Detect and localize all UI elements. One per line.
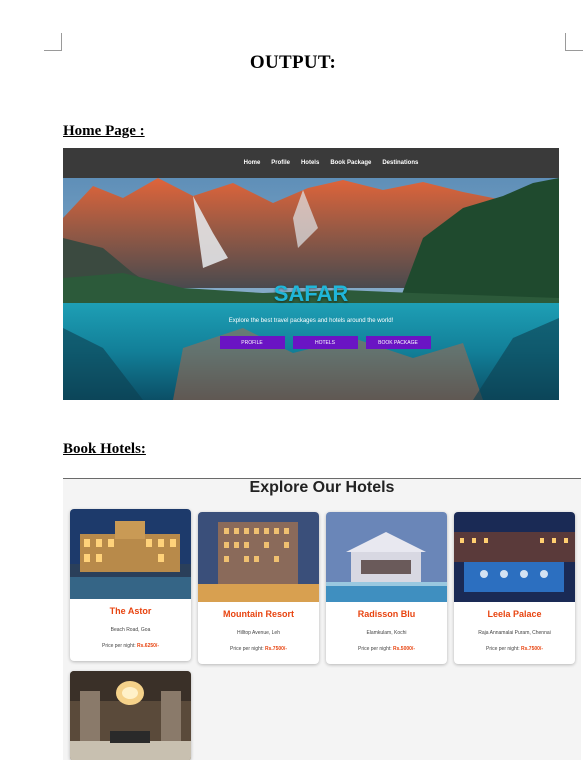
hotel-leela-palace-image [454,512,575,602]
hero-banner: SAFAR Explore the best travel packages a… [63,178,559,400]
hotel-lobby-image [70,671,191,760]
hotel-radisson-blu-image [326,512,447,602]
page-corner-mark-left [44,33,62,51]
navbar: Home Profile Hotels Book Package Destina… [63,148,559,178]
nav-hotels-link[interactable]: Hotels [301,160,319,166]
hotels-page-screenshot: Explore Our Hotels The Astor Beach Road,… [63,478,581,760]
hotel-name: Radisson Blu [357,609,416,619]
document-title: OUTPUT: [249,52,337,73]
hero-buttons: PROFILE HOTELS BOOK PACKAGE [63,336,559,349]
hotel-card-astor[interactable]: The Astor Beach Road, Goa Price per nigh… [70,509,191,661]
price-label: Price per night: [230,646,264,652]
hotel-card-leela-palace[interactable]: Leela Palace Raja Annamalai Puram, Chenn… [454,512,575,664]
hotel-name: Mountain Resort [223,609,294,619]
hotel-address: Elamkulam, Kochi [366,630,407,636]
price-label: Price per night: [102,643,136,649]
hotel-address: Hilltop Avenue, Leh [237,630,280,636]
hotel-price: Price per night: Rs.7500/- [454,646,575,652]
price-value: Rs.6250/- [137,643,159,649]
nav-profile-link[interactable]: Profile [271,160,290,166]
home-page-screenshot: Home Profile Hotels Book Package Destina… [63,148,559,400]
price-value: Rs.7500/- [521,646,543,652]
page-corner-mark-right [565,33,583,51]
hero-title: SAFAR [273,281,349,306]
price-label: Price per night: [358,646,392,652]
nav-book-package-link[interactable]: Book Package [330,160,371,166]
hotel-card-mountain-resort[interactable]: Mountain Resort Hilltop Avenue, Leh Pric… [198,512,319,664]
hotel-price: Price per night: Rs.6250/- [70,643,191,649]
price-value: Rs.7500/- [265,646,287,652]
book-package-button[interactable]: BOOK PACKAGE [365,336,431,349]
hero-subtitle: Explore the best travel packages and hot… [228,318,394,324]
nav-destinations-link[interactable]: Destinations [382,160,418,166]
hotel-astor-image [70,509,191,599]
hotel-mountain-resort-image [198,512,319,602]
home-page-heading: Home Page : [63,123,145,139]
hotel-price: Price per night: Rs.5000/- [326,646,447,652]
price-value: Rs.5000/- [393,646,415,652]
hotel-card-fifth[interactable] [70,671,191,760]
price-label: Price per night: [486,646,520,652]
nav-home-link[interactable]: Home [244,160,261,166]
hotel-name: The Astor [109,606,152,616]
hotel-address: Beach Road, Goa [110,627,151,633]
book-hotels-heading: Book Hotels: [63,441,146,457]
hotel-card-radisson-blu[interactable]: Radisson Blu Elamkulam, Kochi Price per … [326,512,447,664]
hotel-address: Raja Annamalai Puram, Chennai [478,630,551,636]
hotel-price: Price per night: Rs.7500/- [198,646,319,652]
hotels-page-title: Explore Our Hotels [249,479,395,496]
hotels-button[interactable]: HOTELS [292,336,358,349]
hotel-name: Leela Palace [487,609,542,619]
profile-button[interactable]: PROFILE [219,336,285,349]
